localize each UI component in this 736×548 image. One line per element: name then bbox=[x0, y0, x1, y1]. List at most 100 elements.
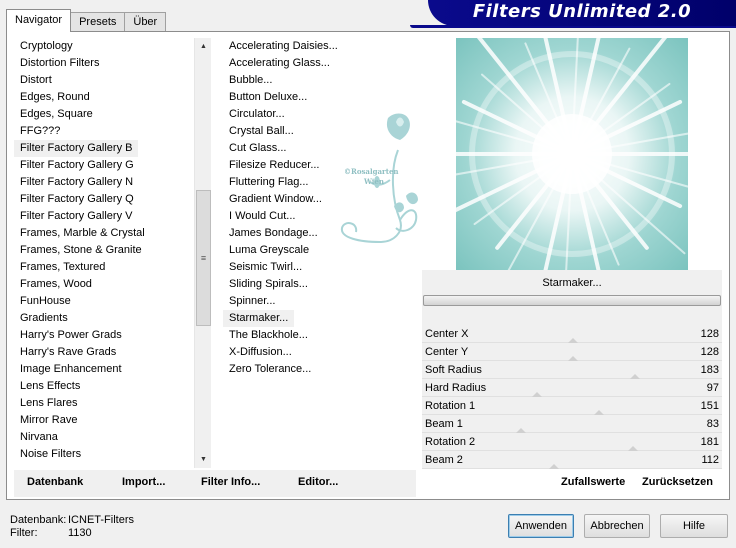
scroll-thumb[interactable]: ≡ bbox=[196, 190, 211, 326]
parameter-row[interactable]: Beam 2 112 bbox=[422, 452, 722, 470]
parameter-slider-track[interactable] bbox=[422, 468, 722, 469]
zuruecksetzen-button[interactable]: Zurücksetzen bbox=[642, 476, 713, 488]
hilfe-button[interactable]: Hilfe bbox=[660, 514, 728, 538]
parameter-row[interactable]: Center Y 128 bbox=[422, 344, 722, 362]
parameter-slider-knob[interactable] bbox=[567, 356, 578, 361]
parameter-value: 151 bbox=[700, 400, 719, 412]
tab-presets[interactable]: Presets bbox=[70, 12, 126, 32]
abbrechen-button[interactable]: Abbrechen bbox=[584, 514, 650, 538]
category-item[interactable]: Frames, Marble & Crystal bbox=[14, 225, 194, 242]
filter-item[interactable]: The Blackhole... bbox=[223, 327, 413, 344]
parameter-row[interactable]: Hard Radius 97 bbox=[422, 380, 722, 398]
parameter-slider-knob[interactable] bbox=[627, 446, 638, 451]
status-filter-value: 1130 bbox=[68, 527, 92, 539]
app-title-banner: Filters Unlimited 2.0 bbox=[428, 0, 736, 26]
category-item[interactable]: Gradients bbox=[14, 310, 194, 327]
category-item[interactable]: Distortion Filters bbox=[14, 55, 194, 72]
parameter-slider-knob[interactable] bbox=[593, 410, 604, 415]
parameter-name: Beam 2 bbox=[425, 454, 463, 466]
category-item[interactable]: Filter Factory Gallery N bbox=[14, 174, 194, 191]
parameter-slider-knob[interactable] bbox=[630, 374, 641, 379]
category-item[interactable]: Frames, Wood bbox=[14, 276, 194, 293]
category-item[interactable]: Edges, Square bbox=[14, 106, 194, 123]
category-item[interactable]: Mirror Rave bbox=[14, 412, 194, 429]
parameter-slider-track[interactable] bbox=[422, 414, 722, 415]
parameter-name: Hard Radius bbox=[425, 382, 487, 394]
parameter-name: Center X bbox=[425, 328, 469, 340]
category-item[interactable]: Harry's Power Grads bbox=[14, 327, 194, 344]
parameter-slider-knob[interactable] bbox=[532, 392, 543, 397]
filter-item[interactable]: X-Diffusion... bbox=[223, 344, 413, 361]
category-item[interactable]: Edges, Round bbox=[14, 89, 194, 106]
category-scrollbar[interactable]: ▲ ≡ ▼ bbox=[194, 38, 211, 468]
category-item[interactable]: Lens Effects bbox=[14, 378, 194, 395]
parameter-row[interactable]: Beam 1 83 bbox=[422, 416, 722, 434]
parameter-row[interactable]: Rotation 2 181 bbox=[422, 434, 722, 452]
status-filter-label: Filter: bbox=[10, 527, 38, 539]
category-item[interactable]: Filter Factory Gallery B bbox=[14, 140, 139, 157]
category-item[interactable]: Nirvana bbox=[14, 429, 194, 446]
category-item[interactable]: Distort bbox=[14, 72, 194, 89]
scroll-up-arrow-icon[interactable]: ▲ bbox=[195, 38, 212, 55]
parameter-name: Rotation 1 bbox=[425, 400, 476, 412]
parameter-name: Center Y bbox=[425, 346, 469, 358]
category-list[interactable]: Cryptology Distortion Filters Distort Edges… bbox=[14, 38, 194, 468]
filter-preview-image bbox=[456, 38, 688, 270]
parameter-value: 128 bbox=[700, 346, 719, 358]
parameter-slider-knob[interactable] bbox=[516, 428, 527, 433]
category-item[interactable]: Image Enhancement bbox=[14, 361, 194, 378]
datenbank-button[interactable]: Datenbank bbox=[27, 476, 83, 488]
parameter-slider-track[interactable] bbox=[422, 432, 722, 433]
category-item[interactable]: Noise Filters bbox=[14, 446, 194, 463]
parameter-name: Soft Radius bbox=[425, 364, 482, 376]
filter-item[interactable]: Sliding Spirals... bbox=[223, 276, 413, 293]
tulip-watermark-logo: ©Rosalgarten Wien bbox=[340, 113, 418, 243]
parameter-value: 181 bbox=[700, 436, 719, 448]
filter-item[interactable]: Seismic Twirl... bbox=[223, 259, 413, 276]
category-item[interactable]: Cryptology bbox=[14, 38, 194, 55]
parameter-slider-track[interactable] bbox=[422, 450, 722, 451]
filter-item[interactable]: Accelerating Glass... bbox=[223, 55, 413, 72]
parameter-row[interactable]: Soft Radius 183 bbox=[422, 362, 722, 380]
parameter-slider-track[interactable] bbox=[422, 396, 722, 397]
category-item[interactable]: Lens Flares bbox=[14, 395, 194, 412]
parameter-row[interactable]: Rotation 1 151 bbox=[422, 398, 722, 416]
parameter-slider-knob[interactable] bbox=[549, 464, 560, 469]
parameter-value: 83 bbox=[706, 418, 719, 430]
category-item[interactable]: Filter Factory Gallery Q bbox=[14, 191, 194, 208]
category-item[interactable]: FFG??? bbox=[14, 123, 194, 140]
parameter-slider-knob[interactable] bbox=[567, 338, 578, 343]
filter-info-button[interactable]: Filter Info... bbox=[201, 476, 260, 488]
editor-button[interactable]: Editor... bbox=[298, 476, 338, 488]
parameter-value: 112 bbox=[701, 454, 719, 466]
category-item[interactable]: Filter Factory Gallery V bbox=[14, 208, 194, 225]
status-datenbank-value: ICNET-Filters bbox=[68, 514, 134, 526]
filter-item[interactable]: Starmaker... bbox=[223, 310, 295, 327]
category-item[interactable]: Frames, Textured bbox=[14, 259, 194, 276]
tab-bar: Navigator Presets Über bbox=[6, 9, 167, 32]
category-item[interactable]: Harry's Rave Grads bbox=[14, 344, 194, 361]
tab-ueber[interactable]: Über bbox=[124, 12, 167, 32]
status-info: Datenbank: ICNET-Filters Filter: 1130 bbox=[10, 514, 134, 540]
filter-item[interactable]: Bubble... bbox=[223, 72, 413, 89]
category-item[interactable]: Frames, Stone & Granite bbox=[14, 242, 194, 259]
category-item[interactable]: Filter Factory Gallery G bbox=[14, 157, 194, 174]
filter-item[interactable]: Spinner... bbox=[223, 293, 413, 310]
progress-bar bbox=[423, 295, 721, 306]
zufallswerte-button[interactable]: Zufallswerte bbox=[561, 476, 625, 488]
parameter-row[interactable]: Center X 128 bbox=[422, 326, 722, 344]
tab-navigator[interactable]: Navigator bbox=[6, 9, 72, 32]
parameter-name: Rotation 2 bbox=[425, 436, 476, 448]
filter-item[interactable]: Button Deluxe... bbox=[223, 89, 413, 106]
anwenden-button[interactable]: Anwenden bbox=[508, 514, 574, 538]
watermark-text-line2: Wien bbox=[363, 177, 384, 186]
parameter-slider-track[interactable] bbox=[422, 378, 722, 379]
status-datenbank-label: Datenbank: bbox=[10, 514, 67, 526]
parameter-value: 128 bbox=[700, 328, 719, 340]
filter-item[interactable]: Accelerating Daisies... bbox=[223, 38, 413, 55]
import-button[interactable]: Import... bbox=[122, 476, 165, 488]
category-item[interactable]: FunHouse bbox=[14, 293, 194, 310]
scroll-down-arrow-icon[interactable]: ▼ bbox=[195, 451, 212, 468]
parameter-value: 183 bbox=[700, 364, 719, 376]
filter-item[interactable]: Zero Tolerance... bbox=[223, 361, 413, 378]
